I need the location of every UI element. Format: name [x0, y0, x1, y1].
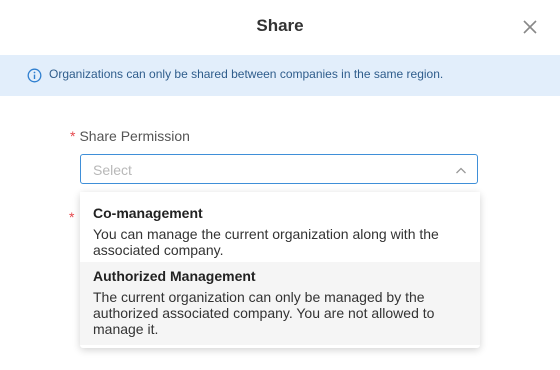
share-permission-label: * Share Permission — [70, 128, 190, 144]
share-permission-label-text: Share Permission — [79, 128, 190, 144]
option-co-management[interactable]: Co-management You can manage the current… — [80, 192, 480, 262]
region-notice: Organizations can only be shared between… — [0, 55, 560, 96]
option-authorized-management[interactable]: Authorized Management The current organi… — [80, 262, 480, 345]
permission-dropdown: Co-management You can manage the current… — [80, 192, 480, 348]
dialog-header: Share — [0, 0, 560, 55]
share-permission-select[interactable]: Select — [80, 154, 478, 184]
select-placeholder: Select — [93, 162, 132, 178]
chevron-up-icon — [455, 164, 467, 176]
option-description: You can manage the current organization … — [93, 226, 439, 258]
required-mark-second-field: * — [69, 209, 75, 225]
dialog-title: Share — [256, 16, 304, 35]
share-dialog: Share Organizations can only be shared b… — [0, 0, 560, 370]
required-mark: * — [70, 128, 76, 144]
option-title: Authorized Management — [93, 268, 256, 284]
option-description: The current organization can only be man… — [93, 289, 435, 337]
notice-text: Organizations can only be shared between… — [49, 67, 444, 81]
close-icon[interactable] — [520, 17, 540, 37]
option-title: Co-management — [93, 205, 203, 221]
info-icon — [27, 68, 42, 83]
